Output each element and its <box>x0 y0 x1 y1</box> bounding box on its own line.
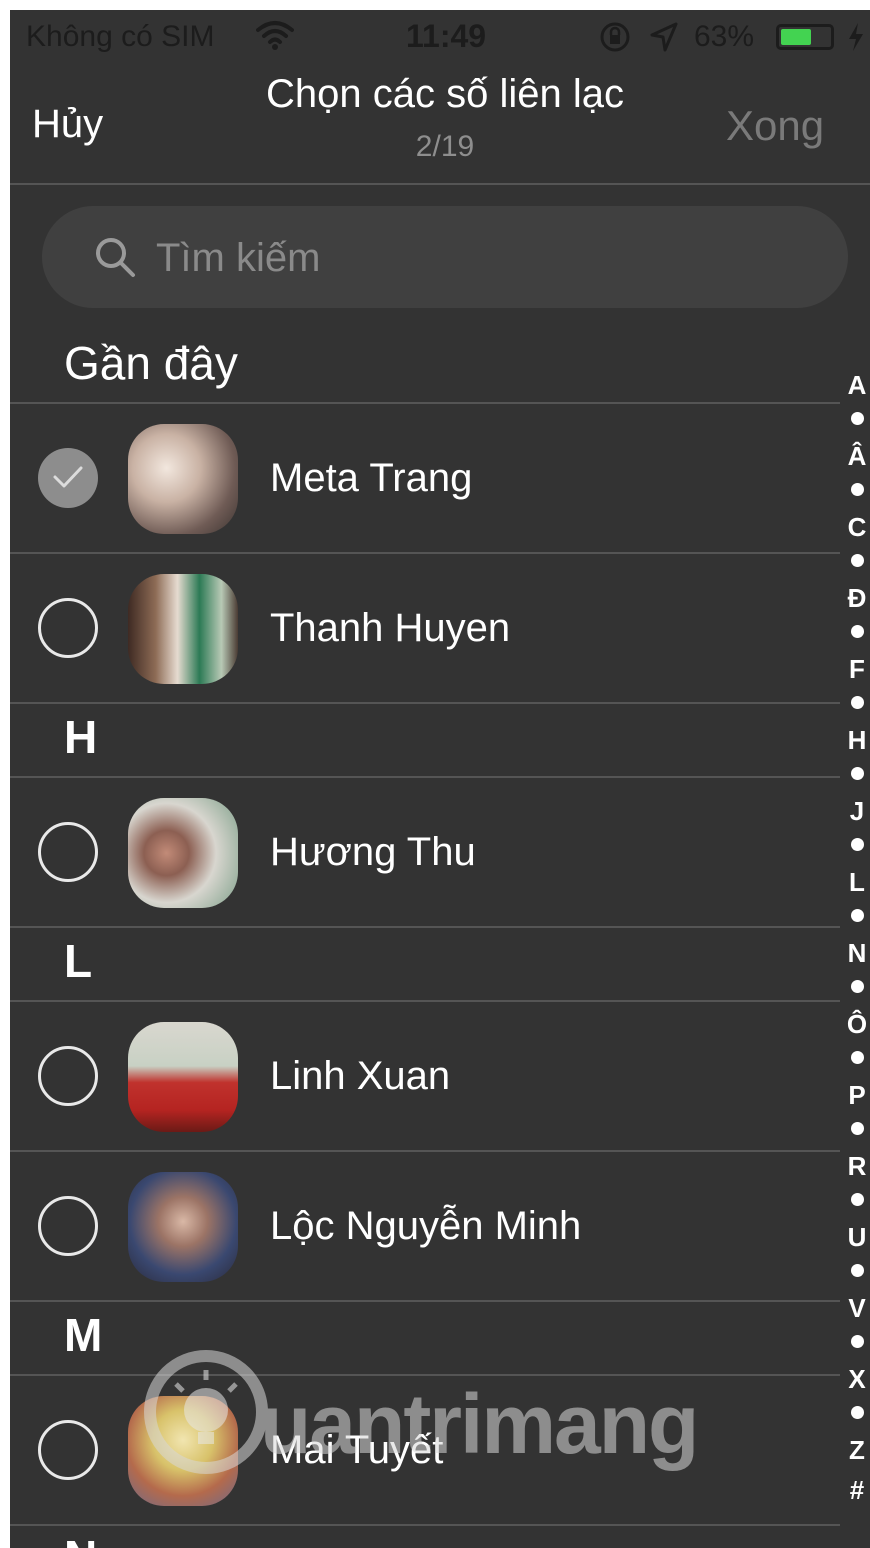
select-checkbox[interactable] <box>38 1420 98 1480</box>
search-icon <box>96 238 135 277</box>
status-bar: Không có SIM 11:49 63% <box>10 10 870 66</box>
index-dot <box>851 625 864 638</box>
wifi-icon <box>256 21 294 50</box>
divider <box>10 926 840 928</box>
watermark-text: uantrimang <box>260 1377 699 1471</box>
index-dot <box>851 909 864 922</box>
lightbulb-logo-icon <box>144 1350 268 1474</box>
index-dot <box>851 554 864 567</box>
section-header-letter: N <box>64 1530 97 1548</box>
index-dot <box>851 696 864 709</box>
index-dot <box>851 980 864 993</box>
selected-checkbox[interactable] <box>38 448 98 508</box>
navigation-bar: Hủy Chọn các số liên lạc 2/19 Xong <box>10 66 870 184</box>
divider <box>10 1300 840 1302</box>
index-dot <box>851 1193 864 1206</box>
contact-row[interactable]: Hương Thu <box>10 778 840 926</box>
divider <box>10 1524 840 1526</box>
index-dot <box>851 1264 864 1277</box>
checkmark-icon <box>53 466 83 488</box>
index-letter[interactable]: A <box>844 370 870 401</box>
index-dot <box>851 1122 864 1135</box>
done-button[interactable]: Xong <box>726 102 824 150</box>
section-header-letter: M <box>64 1309 103 1361</box>
index-letter[interactable]: J <box>844 796 870 827</box>
contact-row[interactable]: Linh Xuan <box>10 1002 840 1150</box>
contact-name: Meta Trang <box>270 456 473 500</box>
contact-row[interactable]: Thanh Huyen <box>10 554 840 702</box>
battery-icon <box>776 24 834 50</box>
battery-percent: 63% <box>694 20 755 53</box>
index-letter[interactable]: Đ <box>844 583 870 614</box>
index-letter[interactable]: P <box>844 1080 870 1111</box>
index-letter[interactable]: V <box>844 1293 870 1324</box>
contact-name: Hương Thu <box>270 830 476 874</box>
index-letter[interactable]: R <box>844 1151 870 1182</box>
carrier-label: Không có SIM <box>26 20 215 53</box>
select-checkbox[interactable] <box>38 598 98 658</box>
avatar <box>128 1172 238 1282</box>
index-letter[interactable]: H <box>844 725 870 756</box>
index-dot <box>851 838 864 851</box>
section-header-recent: Gần đây <box>64 337 238 389</box>
index-letter[interactable]: Z <box>844 1435 870 1466</box>
select-checkbox[interactable] <box>38 1196 98 1256</box>
avatar <box>128 424 238 534</box>
watermark: uantrimang <box>140 1340 780 1490</box>
index-dot <box>851 767 864 780</box>
location-arrow-icon <box>650 22 678 52</box>
index-letter[interactable]: N <box>844 938 870 969</box>
avatar <box>128 574 238 684</box>
index-dot <box>851 1335 864 1348</box>
section-header-letter: H <box>64 711 98 763</box>
index-dot <box>851 412 864 425</box>
index-letter[interactable]: Ô <box>844 1009 870 1040</box>
charging-bolt-icon <box>849 23 863 51</box>
contact-picker-screen: Không có SIM 11:49 63% Hủy Chọn các số l… <box>10 10 870 1548</box>
avatar <box>128 1022 238 1132</box>
divider <box>10 702 840 704</box>
index-letter[interactable]: C <box>844 512 870 543</box>
search-bar[interactable] <box>42 206 848 308</box>
contact-name: Linh Xuan <box>270 1054 451 1098</box>
select-checkbox[interactable] <box>38 822 98 882</box>
index-letter[interactable]: X <box>844 1364 870 1395</box>
avatar <box>128 798 238 908</box>
index-letter[interactable]: Â <box>844 441 870 472</box>
contact-row[interactable]: Meta Trang <box>10 404 840 552</box>
index-letter[interactable]: U <box>844 1222 870 1253</box>
battery-fill <box>781 29 811 45</box>
contact-row[interactable]: Lộc Nguyễn Minh <box>10 1152 840 1300</box>
select-checkbox[interactable] <box>38 1046 98 1106</box>
contact-name: Lộc Nguyễn Minh <box>270 1204 582 1248</box>
index-letter[interactable]: L <box>844 867 870 898</box>
section-header-letter: L <box>64 935 93 987</box>
contact-name: Thanh Huyen <box>270 606 511 650</box>
index-letter[interactable]: F <box>844 654 870 685</box>
clock: 11:49 <box>406 18 487 54</box>
index-dot <box>851 483 864 496</box>
search-input[interactable] <box>154 230 778 286</box>
index-dot <box>851 1051 864 1064</box>
index-dot <box>851 1406 864 1419</box>
index-letter[interactable]: # <box>844 1475 870 1506</box>
divider <box>10 183 870 185</box>
rotation-lock-icon <box>600 22 630 52</box>
